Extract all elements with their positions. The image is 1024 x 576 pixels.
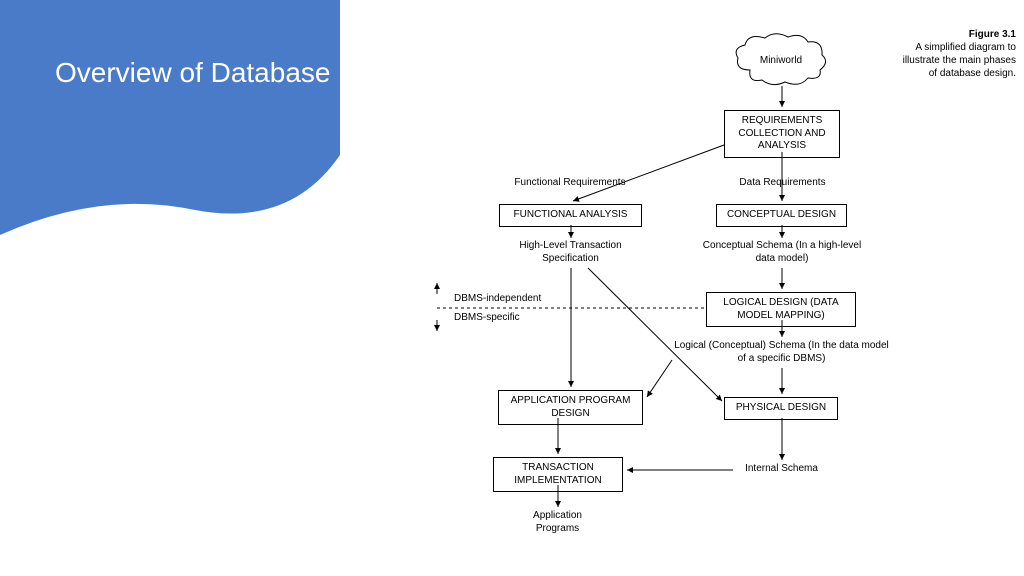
box-logical-design: LOGICAL DESIGN (DATA MODEL MAPPING) [706,292,856,327]
label-functional-requirements: Functional Requirements [500,177,640,190]
page-title: Overview of Database Design Process [55,55,534,91]
label-dbms-specific: DBMS-specific [454,312,520,325]
label-dbms-independent: DBMS-independent [454,293,541,306]
label-conceptual-schema: Conceptual Schema (In a high-level data … [697,240,867,265]
box-transaction-impl: TRANSACTION IMPLEMENTATION [493,457,623,492]
label-highlevel-transaction: High-Level Transaction Specification [507,240,634,265]
box-requirements: REQUIREMENTS COLLECTION AND ANALYSIS [724,110,840,158]
label-logical-schema: Logical (Conceptual) Schema (In the data… [669,340,894,365]
box-conceptual-design: CONCEPTUAL DESIGN [716,204,847,227]
box-functional-analysis: FUNCTIONAL ANALYSIS [499,204,642,227]
box-app-program-design: APPLICATION PROGRAM DESIGN [498,390,643,425]
miniworld-label: Miniworld [756,55,806,66]
box-physical-design: PHYSICAL DESIGN [724,397,838,420]
label-data-requirements: Data Requirements [730,177,835,190]
label-application-programs: Application Programs [510,510,605,535]
label-internal-schema: Internal Schema [734,463,829,476]
